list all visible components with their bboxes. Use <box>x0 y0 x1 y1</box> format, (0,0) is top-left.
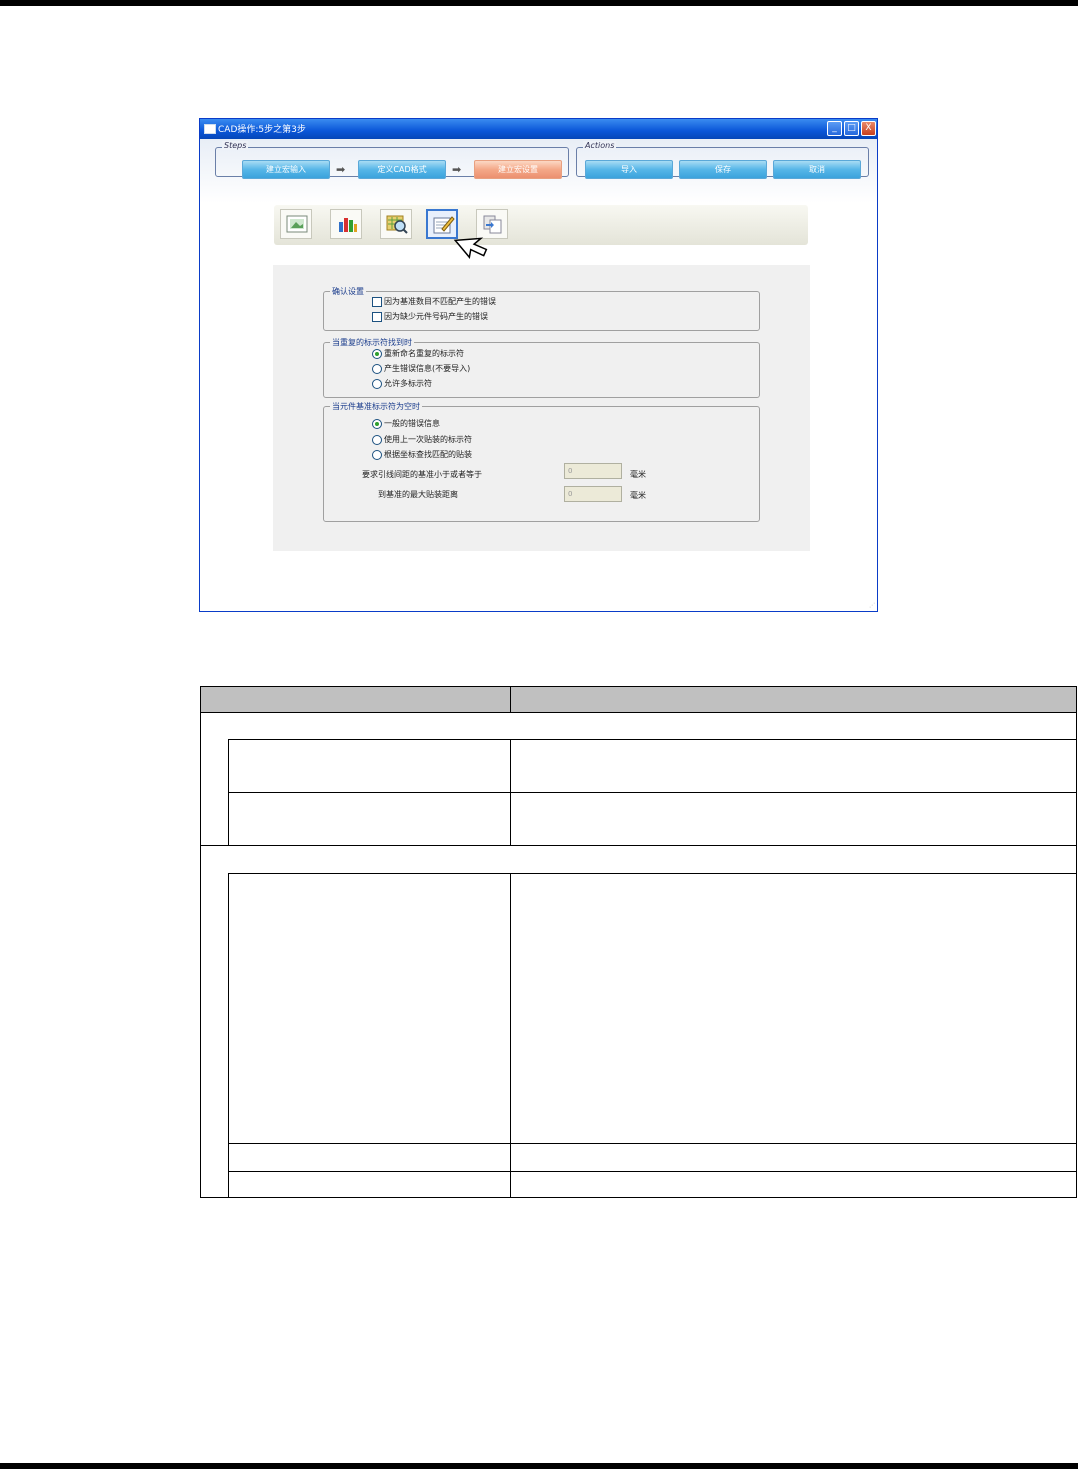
empty-identifier-group: 当元件基准标示符为空时 一般的错误信息 使用上一次贴装的标示符 根据坐标查找匹配… <box>323 401 760 522</box>
table-border <box>228 873 229 1198</box>
table-header <box>200 686 1077 712</box>
use-last-identifier-radio[interactable]: 使用上一次贴装的标示符 <box>372 434 472 445</box>
table-border <box>200 686 1077 687</box>
map-search-tool-icon[interactable] <box>380 209 412 239</box>
import-button[interactable]: 导入 <box>585 160 673 179</box>
bottom-rule <box>0 1463 1078 1469</box>
rename-duplicate-radio[interactable]: 重新命名重复的标示符 <box>372 348 464 359</box>
missing-part-error-checkbox[interactable]: 因为缺少元件号码产生的错误 <box>372 311 488 322</box>
table-row <box>228 1143 1077 1144</box>
radio-icon <box>372 378 382 389</box>
lead-pitch-input[interactable]: 0 <box>564 463 622 479</box>
close-button[interactable]: X <box>861 121 876 136</box>
resize-grip-icon[interactable]: ⋰ <box>869 602 875 609</box>
image-tool-icon[interactable] <box>280 209 312 239</box>
max-distance-unit: 毫米 <box>630 491 646 500</box>
window-title: CAD操作:5步之第3步 <box>218 125 306 135</box>
generate-error-radio[interactable]: 产生错误信息(不要导入) <box>372 363 470 374</box>
lead-pitch-unit: 毫米 <box>630 470 646 479</box>
maximize-button[interactable]: □ <box>844 121 859 136</box>
radio-icon <box>372 434 382 445</box>
duplicate-identifier-group: 当重复的标示符找到时 重新命名重复的标示符 产生错误信息(不要导入) 允许多标示… <box>323 337 760 398</box>
steps-legend: Steps <box>222 141 249 150</box>
allow-multiple-radio[interactable]: 允许多标示符 <box>372 378 432 389</box>
steps-group: Steps 建立宏输入 ➡ 定义CAD格式 ➡ 建立宏设置 <box>215 141 569 179</box>
checkbox-icon <box>372 311 382 322</box>
table-border <box>200 712 1077 713</box>
radio-icon <box>372 449 382 460</box>
checkbox-icon <box>372 296 382 307</box>
mismatch-error-checkbox[interactable]: 因为基准数目不匹配产生的错误 <box>372 296 496 307</box>
cancel-button[interactable]: 取消 <box>773 160 861 179</box>
radio-label: 允许多标示符 <box>384 379 432 388</box>
arrow-right-icon: ➡ <box>452 163 462 176</box>
arrow-right-icon: ➡ <box>336 163 346 176</box>
lead-pitch-label: 要求引线间距的基准小于或者等于 <box>362 470 482 479</box>
description-table <box>200 686 1077 1198</box>
actions-group: Actions 导入 保存 取消 <box>576 141 869 179</box>
radio-label: 重新命名重复的标示符 <box>384 349 464 358</box>
checkbox-label: 因为基准数目不匹配产生的错误 <box>384 297 496 306</box>
table-border <box>510 686 511 712</box>
find-by-coordinate-radio[interactable]: 根据坐标查找匹配的贴装 <box>372 449 472 460</box>
step-create-macro-input[interactable]: 建立宏输入 <box>242 160 330 179</box>
cad-operation-window: CAD操作:5步之第3步 _ □ X Steps 建立宏输入 ➡ 定义CAD格式… <box>199 118 878 612</box>
radio-label: 产生错误信息(不要导入) <box>384 364 471 373</box>
radio-label: 根据坐标查找匹配的贴装 <box>384 450 472 459</box>
confirm-settings-group: 确认设置 因为基准数目不匹配产生的错误 因为缺少元件号码产生的错误 <box>323 286 760 331</box>
table-row <box>228 792 1077 793</box>
max-distance-input[interactable]: 0 <box>564 486 622 502</box>
radio-icon <box>372 363 382 374</box>
table-border <box>510 873 511 1198</box>
general-error-radio[interactable]: 一般的错误信息 <box>372 418 440 429</box>
settings-toolbar <box>274 205 808 245</box>
minimize-button[interactable]: _ <box>827 121 842 136</box>
radio-label: 一般的错误信息 <box>384 419 440 428</box>
step-define-cad-format[interactable]: 定义CAD格式 <box>358 160 446 179</box>
save-button[interactable]: 保存 <box>679 160 767 179</box>
table-border <box>200 686 201 1198</box>
checkbox-label: 因为缺少元件号码产生的错误 <box>384 312 488 321</box>
max-distance-label: 到基准的最大贴装距离 <box>378 490 458 499</box>
window-icon <box>204 124 216 134</box>
table-row <box>228 873 1077 874</box>
radio-icon <box>372 418 382 429</box>
table-row <box>228 1171 1077 1172</box>
duplicate-identifier-legend: 当重复的标示符找到时 <box>330 337 414 348</box>
table-border <box>200 1197 1077 1198</box>
radio-icon <box>372 348 382 359</box>
wizard-header: Steps 建立宏输入 ➡ 定义CAD格式 ➡ 建立宏设置 Actions 导入… <box>200 139 877 203</box>
actions-legend: Actions <box>583 141 617 150</box>
step-create-macro-settings[interactable]: 建立宏设置 <box>474 160 562 179</box>
macro-settings-panel: 确认设置 因为基准数目不匹配产生的错误 因为缺少元件号码产生的错误 当重复的标示… <box>273 265 810 551</box>
confirm-settings-legend: 确认设置 <box>330 286 366 297</box>
table-row <box>200 845 1077 846</box>
empty-identifier-legend: 当元件基准标示符为空时 <box>330 401 422 412</box>
table-border <box>1076 686 1077 1198</box>
radio-label: 使用上一次贴装的标示符 <box>384 435 472 444</box>
table-row <box>228 739 1077 740</box>
top-rule <box>0 0 1078 6</box>
chart-tool-icon[interactable] <box>330 209 362 239</box>
title-bar[interactable]: CAD操作:5步之第3步 _ □ X <box>200 119 877 139</box>
